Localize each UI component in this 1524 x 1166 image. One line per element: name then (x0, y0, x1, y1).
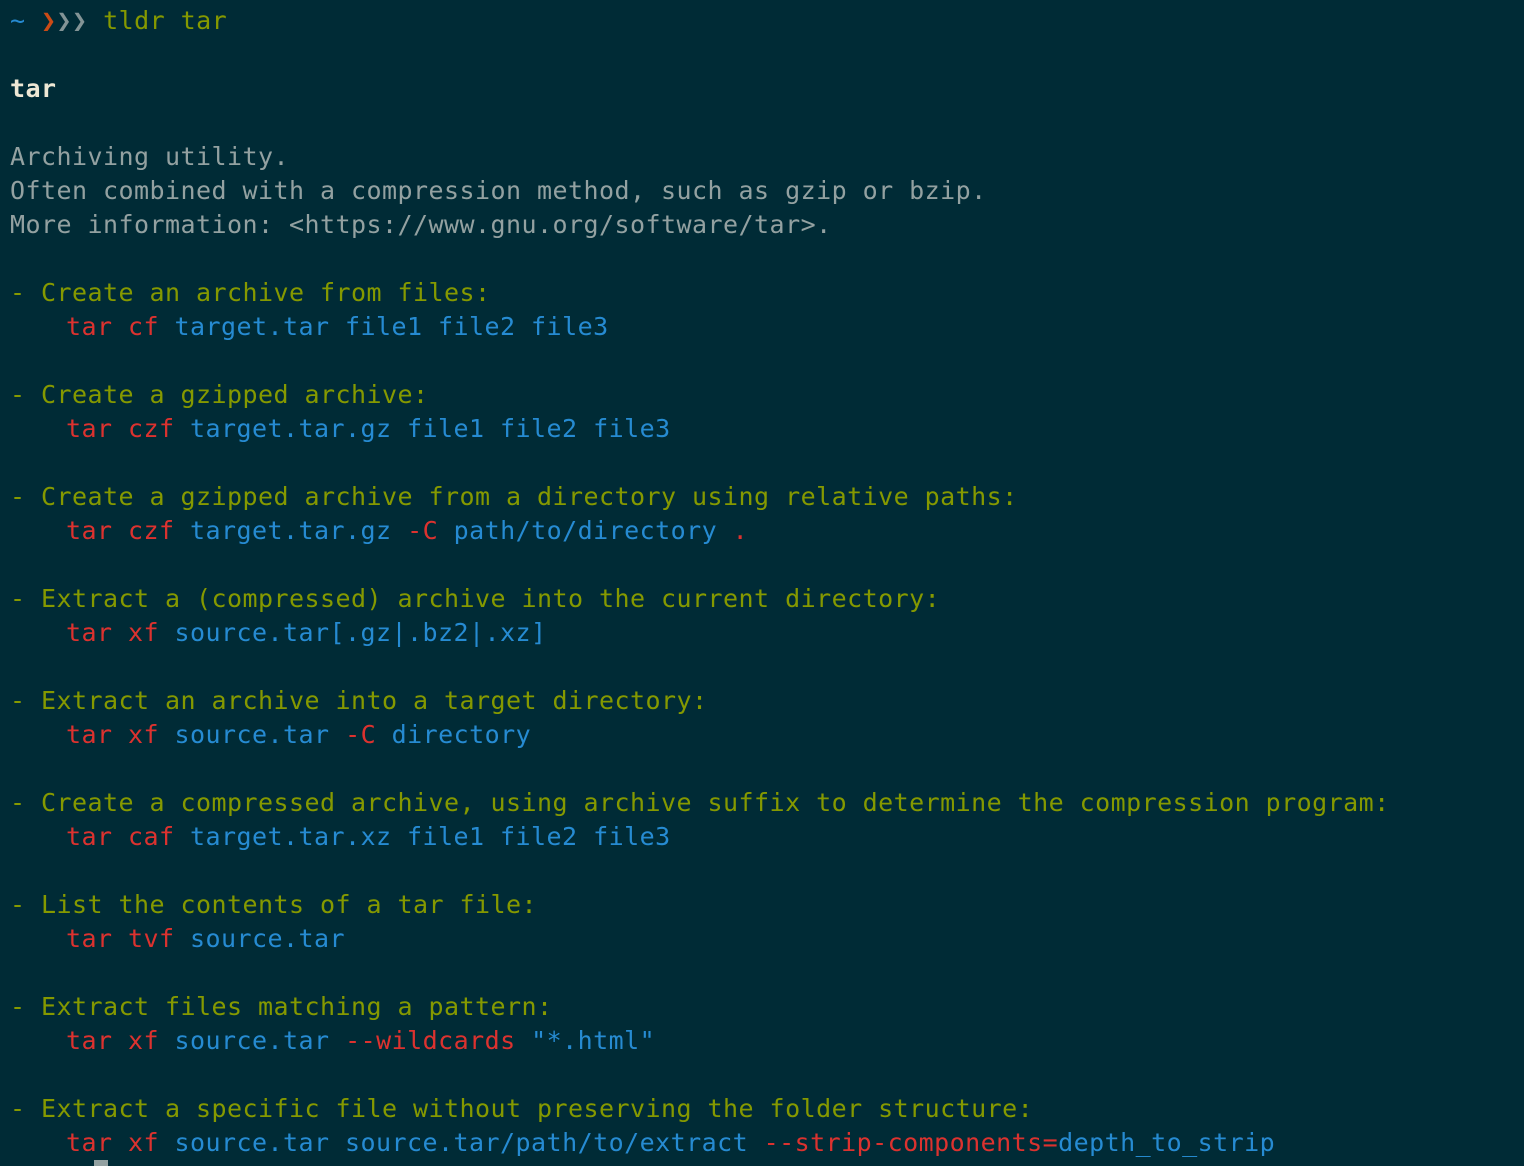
command-token: -C (345, 720, 377, 749)
command-token (175, 414, 191, 443)
example-description: - Create an archive from files: (10, 278, 491, 307)
command-token: target.tar.gz (190, 516, 392, 545)
command-token (748, 1128, 764, 1157)
command-token: tar czf (66, 516, 175, 545)
example-description: - Create a compressed archive, using arc… (10, 788, 1390, 817)
command-token (159, 720, 175, 749)
command-token: tar xf (66, 1026, 160, 1055)
command-token: tar xf (66, 720, 160, 749)
command-token: tar cf (66, 312, 160, 341)
command-token: source.tar source.tar/path/to/extract (174, 1128, 749, 1157)
terminal-cursor (94, 1160, 108, 1166)
command-token (330, 720, 346, 749)
prompt-cwd: ~ (10, 6, 26, 35)
command-token: tar caf (66, 822, 175, 851)
page-title: tar (10, 74, 57, 103)
command-token: depth_to_strip (1058, 1128, 1276, 1157)
page-description-line: Often combined with a compression method… (10, 176, 987, 205)
example-description: - Create a gzipped archive from a direct… (10, 482, 1018, 511)
command-token: tar czf (66, 414, 175, 443)
command-token: "*.html" (531, 1026, 656, 1055)
typed-command: tldr tar (103, 6, 228, 35)
command-token (159, 618, 175, 647)
command-token: -C (407, 516, 439, 545)
example-command: tar xf source.tar -C directory (10, 718, 1524, 752)
example-description: - List the contents of a tar file: (10, 890, 538, 919)
prompt-line: ~ ❯❯❯ tldr tar (10, 4, 1524, 38)
example-command: tar cf target.tar file1 file2 file3 (10, 310, 1524, 344)
examples-list: - Create an archive from files: tar cf ta… (10, 276, 1524, 1160)
command-token: target.tar.xz file1 file2 file3 (190, 822, 671, 851)
example-description: - Create a gzipped archive: (10, 380, 429, 409)
command-token: --strip-components= (763, 1128, 1059, 1157)
command-token: tar tvf (66, 924, 175, 953)
command-token (159, 312, 175, 341)
example-command: tar czf target.tar.gz file1 file2 file3 (10, 412, 1524, 446)
command-token (175, 924, 191, 953)
command-token: source.tar (174, 720, 330, 749)
example-command: tar tvf source.tar (10, 922, 1524, 956)
command-token (376, 720, 392, 749)
page-description-line: More information: <https://www.gnu.org/s… (10, 210, 832, 239)
example-description: - Extract a specific file without preser… (10, 1094, 1034, 1123)
command-token: target.tar.gz file1 file2 file3 (190, 414, 671, 443)
example-command: tar caf target.tar.xz file1 file2 file3 (10, 820, 1524, 854)
command-token: source.tar (174, 1026, 330, 1055)
prompt-chevron-icon: ❯❯ (56, 6, 88, 35)
command-token: target.tar file1 file2 file3 (174, 312, 609, 341)
command-token (330, 1026, 346, 1055)
example-command: tar xf source.tar --wildcards "*.html" (10, 1024, 1524, 1058)
command-token (175, 516, 191, 545)
page-description-line: Archiving utility. (10, 142, 290, 171)
command-token: . (717, 516, 749, 545)
command-token (438, 516, 454, 545)
command-token (159, 1026, 175, 1055)
command-token: path/to/directory (453, 516, 718, 545)
command-token (392, 516, 408, 545)
command-token (516, 1026, 532, 1055)
example-command: tar czf target.tar.gz -C path/to/directo… (10, 514, 1524, 548)
example-command: tar xf source.tar source.tar/path/to/ext… (10, 1126, 1524, 1160)
command-token: source.tar[.gz|.bz2|.xz] (174, 618, 547, 647)
prompt-chevron-icon: ❯ (41, 6, 57, 35)
example-description: - Extract a (compressed) archive into th… (10, 584, 941, 613)
command-token: source.tar (190, 924, 346, 953)
example-description: - Extract files matching a pattern: (10, 992, 553, 1021)
command-token (159, 1128, 175, 1157)
command-token: directory (391, 720, 532, 749)
example-description: - Extract an archive into a target direc… (10, 686, 708, 715)
command-token: tar xf (66, 1128, 160, 1157)
command-token: tar xf (66, 618, 160, 647)
command-token: --wildcards (345, 1026, 516, 1055)
terminal-window[interactable]: ~ ❯❯❯ tldr tar tar Archiving utility. Of… (0, 0, 1524, 1166)
example-command: tar xf source.tar[.gz|.bz2|.xz] (10, 616, 1524, 650)
command-token (175, 822, 191, 851)
